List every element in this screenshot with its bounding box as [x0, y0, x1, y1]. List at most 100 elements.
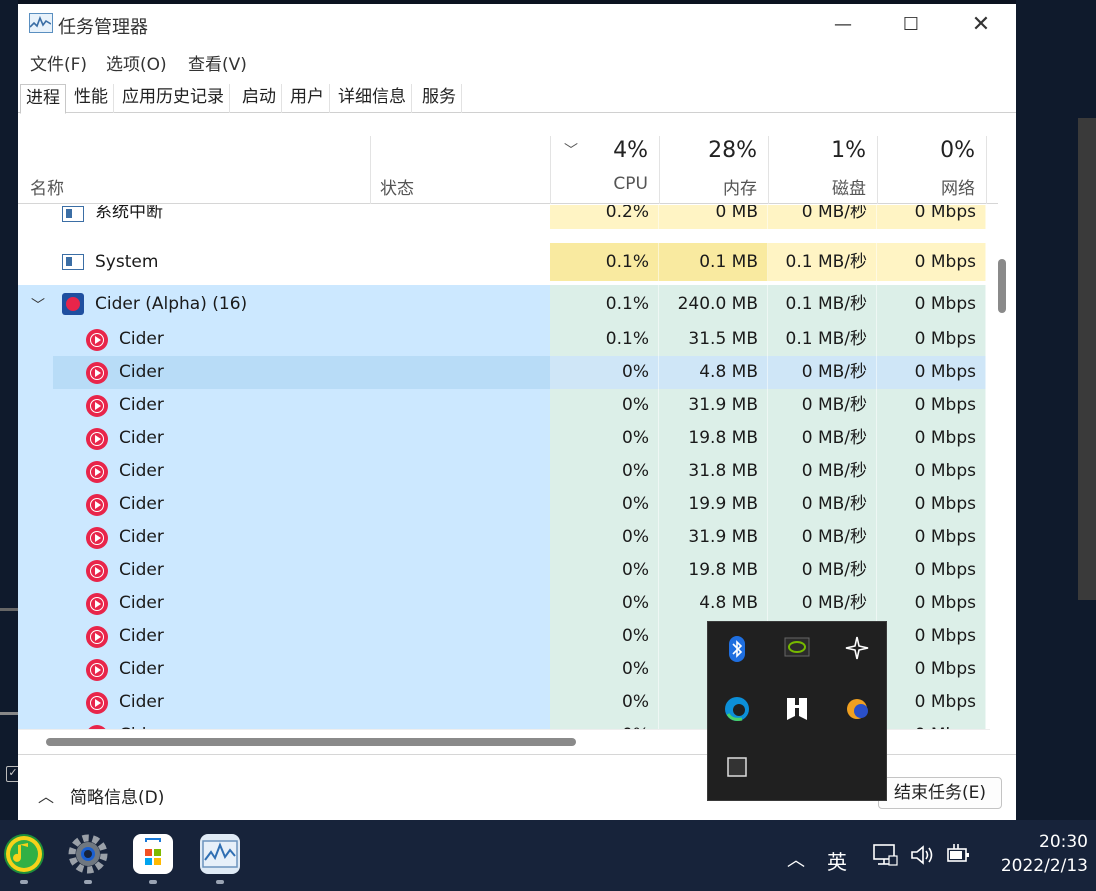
nvidia-icon[interactable]	[782, 636, 812, 666]
cider-icon	[86, 526, 108, 549]
column-divider[interactable]	[986, 136, 987, 204]
title-bar[interactable]: 任务管理器 — ☐ ✕	[18, 4, 1016, 46]
process-name: Cider	[119, 527, 164, 547]
column-cpu[interactable]: CPU	[552, 174, 648, 194]
process-row[interactable]: 系统中断 0.2% 0 MB 0 MB/秒 0 Mbps	[18, 205, 988, 229]
column-divider[interactable]	[768, 136, 769, 204]
cider-icon	[86, 328, 108, 351]
horizontal-scrollbar-thumb[interactable]	[46, 738, 576, 746]
cpu-total[interactable]: 4%	[552, 138, 648, 163]
sparkle-icon[interactable]	[842, 636, 872, 666]
maximize-button[interactable]: ☐	[876, 4, 946, 46]
network-total[interactable]: 0%	[879, 138, 975, 163]
play-icon	[95, 665, 101, 674]
vertical-scrollbar-thumb[interactable]	[998, 259, 1006, 313]
process-cpu-value: 0.2%	[550, 205, 659, 229]
process-mem-value: 240.0 MB	[659, 285, 768, 323]
fewer-details-link[interactable]: 简略信息(D)	[70, 783, 164, 808]
process-name: Cider	[119, 428, 164, 448]
tab-details[interactable]: 详细信息	[333, 84, 412, 113]
column-divider[interactable]	[659, 136, 660, 204]
process-mem-value: 4.8 MB	[659, 356, 768, 389]
process-row[interactable]: Cider 0% 4.8 MB 0 MB/秒 0 Mbps	[18, 587, 988, 620]
menu-view[interactable]: 查看(V)	[188, 50, 247, 75]
desktop-mark	[0, 712, 18, 715]
process-row[interactable]: Cider 0% 19.9 MB 0 MB/秒 0 Mbps	[18, 488, 988, 521]
process-disk-value: 0 MB/秒	[768, 455, 877, 488]
process-mem-value: 31.9 MB	[659, 389, 768, 422]
process-row[interactable]: System 0.1% 0.1 MB 0.1 MB/秒 0 Mbps	[18, 243, 988, 281]
process-disk-value: 0.1 MB/秒	[768, 323, 877, 356]
process-row[interactable]: Cider 0% 31.9 MB 0 MB/秒 0 Mbps	[18, 389, 988, 422]
column-memory[interactable]: 内存	[661, 174, 757, 199]
memory-total[interactable]: 28%	[661, 138, 757, 163]
process-mem-value: 19.9 MB	[659, 488, 768, 521]
task-manager-taskbar-icon[interactable]	[200, 834, 240, 874]
tab-startup[interactable]: 启动	[237, 84, 282, 113]
process-disk-value: 0.1 MB/秒	[768, 285, 877, 323]
column-divider[interactable]	[550, 136, 551, 204]
cider-icon	[86, 658, 108, 681]
column-network[interactable]: 网络	[879, 174, 975, 199]
disk-total[interactable]: 1%	[770, 138, 866, 163]
edge-icon[interactable]	[722, 696, 752, 726]
settings-icon[interactable]	[68, 834, 108, 874]
process-cpu-value: 0%	[550, 422, 659, 455]
process-group-row[interactable]: ﹀ Cider (Alpha) (16) 0.1% 240.0 MB 0.1 MB/秒 0…	[18, 285, 988, 323]
process-name: Cider (Alpha) (16)	[95, 294, 248, 314]
window-icon[interactable]	[722, 756, 752, 786]
column-status[interactable]: 状态	[380, 174, 414, 199]
bluetooth-icon[interactable]	[722, 636, 752, 666]
chevron-up-icon[interactable]: ︿	[38, 783, 54, 807]
process-row[interactable]: Cider 0% 19.8 MB 0 MB/秒 0 Mbps	[18, 554, 988, 587]
microsoft-store-icon[interactable]	[133, 834, 173, 874]
battery-charging-icon[interactable]	[946, 844, 972, 871]
close-button[interactable]: ✕	[946, 4, 1016, 46]
app-running-dot	[149, 880, 157, 884]
process-name: Cider	[119, 395, 164, 415]
minimize-button[interactable]: —	[808, 4, 878, 46]
menu-file[interactable]: 文件(F)	[30, 50, 87, 75]
cider-alpha-icon	[62, 293, 84, 315]
cider-icon	[86, 559, 108, 582]
process-name: Cider	[119, 494, 164, 514]
process-name: 系统中断	[95, 205, 163, 222]
process-row[interactable]: Cider 0.1% 31.5 MB 0.1 MB/秒 0 Mbps	[18, 323, 988, 356]
qq-music-icon[interactable]	[4, 834, 44, 874]
app-running-dot	[84, 880, 92, 884]
show-hidden-icons-chevron-icon[interactable]: ︿	[787, 846, 805, 872]
process-name: Cider	[119, 362, 164, 382]
process-row[interactable]: Cider 0% 4.8 MB 0 MB/秒 0 Mbps	[18, 356, 988, 389]
process-name: Cider	[119, 461, 164, 481]
clock-time: 20:30	[1039, 832, 1088, 852]
column-disk[interactable]: 磁盘	[770, 174, 866, 199]
volume-icon[interactable]	[910, 844, 936, 871]
process-mem-value: 31.9 MB	[659, 521, 768, 554]
process-disk-value: 0 MB/秒	[768, 356, 877, 389]
menu-bar: 文件(F) 选项(O) 查看(V)	[18, 50, 1016, 76]
menu-options[interactable]: 选项(O)	[106, 50, 167, 75]
tab-performance[interactable]: 性能	[69, 84, 114, 113]
process-row[interactable]: Cider 0% 31.9 MB 0 MB/秒 0 Mbps	[18, 521, 988, 554]
process-row[interactable]: Cider 0% 31.8 MB 0 MB/秒 0 Mbps	[18, 455, 988, 488]
background-scrollbar[interactable]	[1078, 118, 1096, 600]
tab-processes[interactable]: 进程	[20, 84, 66, 114]
tab-services[interactable]: 服务	[417, 84, 462, 113]
column-divider[interactable]	[370, 136, 371, 204]
taskbar-clock[interactable]: 20:30 2022/2/13	[988, 832, 1088, 876]
tab-app-history[interactable]: 应用历史记录	[117, 84, 230, 113]
vertical-scrollbar[interactable]	[990, 205, 1016, 729]
process-net-value: 0 Mbps	[877, 422, 986, 455]
chevron-down-icon[interactable]: ﹀	[31, 295, 45, 315]
tab-users[interactable]: 用户	[285, 84, 330, 113]
column-divider[interactable]	[877, 136, 878, 204]
input-method-indicator[interactable]: 英	[827, 846, 847, 875]
end-task-button[interactable]: 结束任务(E)	[878, 777, 1002, 809]
network-icon[interactable]	[872, 843, 898, 872]
process-net-value: 0 Mbps	[877, 455, 986, 488]
process-row[interactable]: Cider 0% 19.8 MB 0 MB/秒 0 Mbps	[18, 422, 988, 455]
weather-icon[interactable]	[842, 696, 872, 726]
process-cpu-value: 0.1%	[550, 323, 659, 356]
column-name[interactable]: 名称	[30, 174, 64, 199]
app-tile-icon[interactable]	[782, 696, 812, 726]
